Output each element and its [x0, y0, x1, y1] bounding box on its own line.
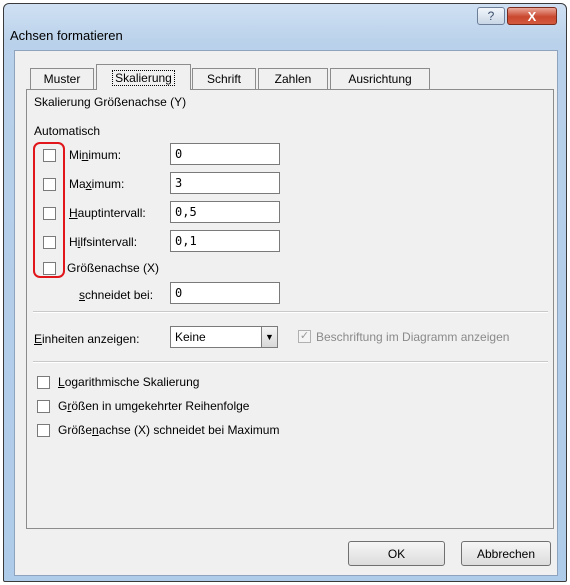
minor-unit-label: Hilfsintervall: [69, 235, 138, 249]
tab-ausrichtung[interactable]: Ausrichtung [330, 68, 430, 89]
scaling-heading: Skalierung Größenachse (Y) [34, 95, 187, 109]
tab-muster[interactable]: Muster [30, 68, 94, 89]
tab-zahlen[interactable]: Zahlen [258, 68, 328, 89]
crosses-at-maximum-label: Größenachse (X) schneidet bei Maximum [58, 423, 280, 437]
close-button[interactable]: X [507, 7, 557, 25]
log-scale-label: Logarithmische Skalierung [58, 375, 200, 389]
major-unit-label: Hauptintervall: [69, 206, 146, 220]
minor-unit-field[interactable]: 0,1 [170, 230, 280, 252]
tab-skalierung[interactable]: Skalierung [96, 64, 191, 90]
minimum-field[interactable]: 0 [170, 143, 280, 165]
highlight-annotation [33, 142, 65, 278]
help-icon: ? [487, 9, 495, 23]
chevron-down-icon[interactable]: ▼ [261, 327, 277, 347]
close-icon: X [527, 8, 537, 24]
show-units-label-text: Beschriftung im Diagramm anzeigen [316, 330, 510, 344]
cancel-button[interactable]: Abbrechen [461, 541, 551, 566]
reverse-order-checkbox[interactable] [37, 400, 50, 413]
display-units-select[interactable]: Keine ▼ [170, 326, 278, 348]
minimum-label: Minimum: [69, 148, 122, 162]
crosses-at-field[interactable]: 0 [170, 282, 280, 304]
maximum-label: Maximum: [69, 177, 125, 191]
log-scale-checkbox[interactable] [37, 376, 50, 389]
separator [33, 361, 548, 363]
crosses-label-line1: Größenachse (X) [67, 261, 160, 275]
reverse-order-label: Größen in umgekehrter Reihenfolge [58, 399, 250, 413]
major-unit-field[interactable]: 0,5 [170, 201, 280, 223]
crosses-at-maximum-checkbox[interactable] [37, 424, 50, 437]
help-button[interactable]: ? [477, 7, 505, 25]
ok-button[interactable]: OK [348, 541, 445, 566]
show-units-label-checkbox[interactable]: ✓ [298, 330, 311, 343]
tab-schrift[interactable]: Schrift [192, 68, 256, 89]
window-title: Achsen formatieren [10, 28, 123, 43]
display-units-label: Einheiten anzeigen: [34, 332, 140, 346]
separator [33, 311, 548, 313]
automatic-label: Automatisch [34, 124, 101, 138]
crosses-label-line2: schneidet bei: [79, 288, 154, 302]
maximum-field[interactable]: 3 [170, 172, 280, 194]
